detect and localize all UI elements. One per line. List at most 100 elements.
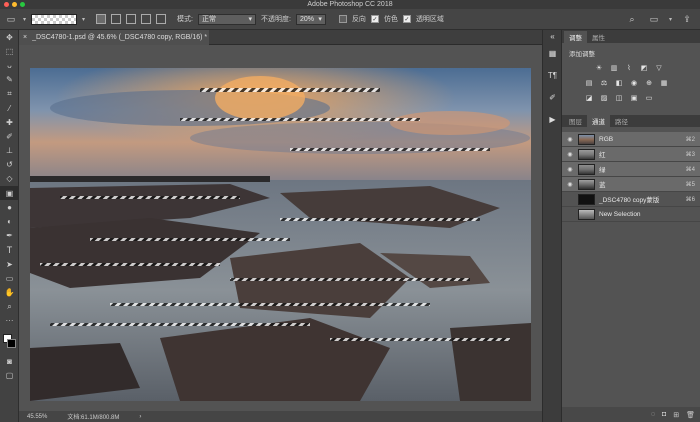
tab-channels[interactable]: 通道 xyxy=(587,115,610,127)
lasso-icon[interactable]: ᴗ xyxy=(0,58,19,72)
opacity-input[interactable]: 20% ▾ xyxy=(295,13,326,25)
mode-value: 正常 xyxy=(201,16,216,23)
selective-color-icon[interactable]: ▣ xyxy=(629,93,639,102)
tab-adjustments[interactable]: 调整 xyxy=(564,31,587,43)
tool-preset-caret-icon[interactable]: ▾ xyxy=(23,16,26,23)
search-icon[interactable]: ⌕ xyxy=(625,13,639,25)
channel-row-new-selection[interactable]: New Selection xyxy=(562,207,700,222)
channel-shortcut: ⌘5 xyxy=(685,181,695,188)
mode-select[interactable]: 正常 ▾ xyxy=(197,13,256,25)
brightness-icon[interactable]: ☀ xyxy=(594,63,604,72)
zoom-level[interactable]: 45.55% xyxy=(27,414,47,420)
exposure-icon[interactable]: ◩ xyxy=(639,63,649,72)
reflected-gradient-button[interactable] xyxy=(141,14,152,24)
document-tab[interactable]: × _DSC4780-1.psd @ 45.6% (_DSC4780 copy,… xyxy=(19,30,209,45)
eraser-icon[interactable]: ◇ xyxy=(0,172,19,186)
color-balance-icon[interactable]: ⚖ xyxy=(599,78,609,87)
color-swatches[interactable] xyxy=(0,332,19,354)
color-lookup-icon[interactable]: ▦ xyxy=(659,78,669,87)
type-icon[interactable]: T xyxy=(0,243,19,257)
image-canvas[interactable] xyxy=(30,68,531,401)
path-select-icon[interactable]: ➤ xyxy=(0,257,19,271)
gradient-icon[interactable]: ▣ xyxy=(0,186,19,201)
healing-icon[interactable]: ✚ xyxy=(0,115,19,129)
quick-mask-icon[interactable]: ◙ xyxy=(0,354,19,368)
eye-icon[interactable]: ◉ xyxy=(566,136,574,143)
eyedropper-icon[interactable]: ⁄ xyxy=(0,101,19,115)
opacity-label: 不透明度: xyxy=(260,16,291,23)
invert-icon[interactable]: ◪ xyxy=(584,93,594,102)
marquee-icon[interactable]: ⬚ xyxy=(0,44,19,58)
gradient-picker-caret-icon[interactable]: ▾ xyxy=(82,16,85,23)
threshold-icon[interactable]: ◫ xyxy=(614,93,624,102)
tab-layers[interactable]: 图层 xyxy=(564,115,587,127)
screen-mode-icon[interactable]: ▢ xyxy=(0,368,19,382)
levels-icon[interactable]: ▥ xyxy=(609,63,619,72)
dither-checkbox[interactable]: ✓ xyxy=(370,15,379,23)
channel-shortcut: ⌘6 xyxy=(685,196,695,203)
shape-icon[interactable]: ▭ xyxy=(0,271,19,285)
actions-panel-icon[interactable]: ▶ xyxy=(543,108,562,130)
blur-icon[interactable]: ● xyxy=(0,200,19,214)
linear-gradient-button[interactable] xyxy=(96,14,107,24)
diamond-gradient-button[interactable] xyxy=(156,14,167,24)
eye-icon[interactable]: ◉ xyxy=(566,166,574,173)
status-arrow-icon[interactable]: › xyxy=(139,414,141,420)
background-color-swatch[interactable] xyxy=(7,338,16,348)
quick-select-icon[interactable]: ✎ xyxy=(0,73,19,87)
tab-properties[interactable]: 属性 xyxy=(587,31,610,43)
eye-icon[interactable]: ◉ xyxy=(566,151,574,158)
curves-icon[interactable]: ⌇ xyxy=(624,63,634,72)
channel-shortcut: ⌘4 xyxy=(685,166,695,173)
move-icon[interactable]: ✥ xyxy=(0,30,19,44)
more-tools-icon[interactable]: ··· xyxy=(0,314,19,328)
crop-icon[interactable]: ⌗ xyxy=(0,87,19,101)
gradient-swatch[interactable] xyxy=(31,13,78,25)
gradient-map-icon[interactable]: ▭ xyxy=(644,93,654,102)
hue-saturation-icon[interactable]: ▤ xyxy=(584,78,594,87)
channel-row-rgb[interactable]: ◉ RGB ⌘2 xyxy=(562,132,700,147)
document-size: 文档:61.1M/800.8M xyxy=(67,415,120,421)
new-channel-icon[interactable]: ⊞ xyxy=(673,411,679,419)
vibrance-icon[interactable]: ▽ xyxy=(654,63,664,72)
posterize-icon[interactable]: ▨ xyxy=(599,93,609,102)
zoom-icon[interactable]: ⌕ xyxy=(0,300,19,314)
status-bar: 45.55% 文档:61.1M/800.8M › xyxy=(19,411,542,422)
channel-thumbnail xyxy=(578,133,595,145)
share-icon[interactable]: ⇪ xyxy=(680,13,694,25)
close-tab-icon[interactable]: × xyxy=(23,34,27,41)
eye-icon[interactable]: ◉ xyxy=(566,181,574,188)
gradient-tool-icon[interactable]: ▭ xyxy=(4,13,18,25)
reverse-checkbox[interactable] xyxy=(338,15,347,23)
workspace-caret-icon[interactable]: ▾ xyxy=(669,16,672,23)
zoom-window-button[interactable] xyxy=(20,2,25,7)
channel-mixer-icon[interactable]: ⊕ xyxy=(644,78,654,87)
black-white-icon[interactable]: ◧ xyxy=(614,78,624,87)
channel-row-mask[interactable]: _DSC4780 copy蒙版 ⌘6 xyxy=(562,192,700,207)
channel-row-green[interactable]: ◉ 绿 ⌘4 xyxy=(562,162,700,177)
dodge-icon[interactable]: ◐ xyxy=(0,214,19,228)
hand-icon[interactable]: ✋ xyxy=(0,285,19,299)
radial-gradient-button[interactable] xyxy=(111,14,122,24)
angle-gradient-button[interactable] xyxy=(126,14,137,24)
character-panel-icon[interactable]: T¶ xyxy=(543,64,562,86)
collapse-strip-icon[interactable]: « xyxy=(543,30,562,42)
trash-icon[interactable]: 🗑 xyxy=(686,411,695,419)
channel-row-blue[interactable]: ◉ 蓝 ⌘5 xyxy=(562,177,700,192)
workspace-icon[interactable]: ▭ xyxy=(647,13,661,25)
brush-settings-icon[interactable]: ✐ xyxy=(543,86,562,108)
transparency-checkbox[interactable]: ✓ xyxy=(402,15,411,23)
load-selection-icon[interactable]: ◌ xyxy=(651,411,655,418)
tab-paths[interactable]: 路径 xyxy=(610,115,633,127)
save-selection-icon[interactable]: ◘ xyxy=(662,411,666,418)
photo-filter-icon[interactable]: ◉ xyxy=(629,78,639,87)
history-panel-icon[interactable]: ▦ xyxy=(543,42,562,64)
stamp-icon[interactable]: ⊥ xyxy=(0,144,19,158)
channel-row-red[interactable]: ◉ 红 ⌘3 xyxy=(562,147,700,162)
pen-icon[interactable]: ✒ xyxy=(0,229,19,243)
minimize-window-button[interactable] xyxy=(12,2,17,7)
close-window-button[interactable] xyxy=(4,2,9,7)
window-controls[interactable] xyxy=(4,2,25,7)
brush-icon[interactable]: ✐ xyxy=(0,129,19,143)
history-brush-icon[interactable]: ↺ xyxy=(0,158,19,172)
